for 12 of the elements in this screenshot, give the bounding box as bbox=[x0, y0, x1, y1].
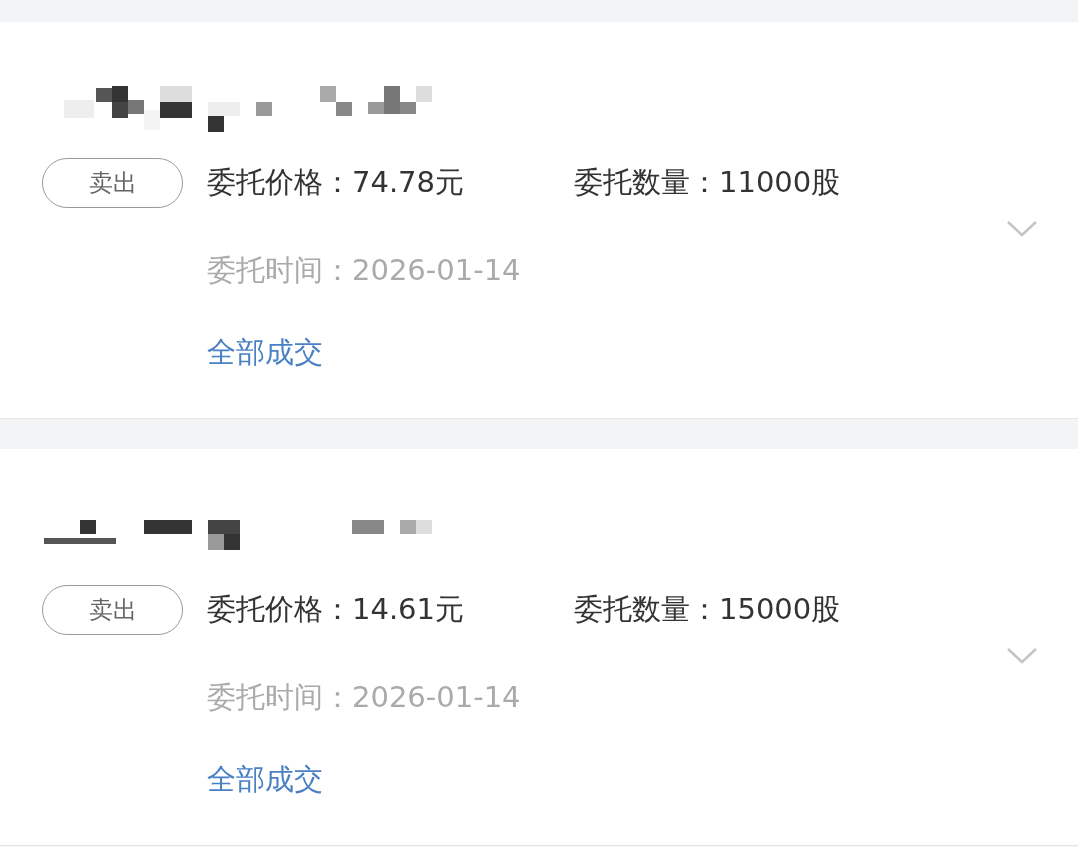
quantity-text: 委托数量：11000股 bbox=[574, 164, 841, 201]
time-text: 委托时间：2026-01-14 bbox=[207, 679, 521, 716]
side-badge: 卖出 bbox=[42, 585, 183, 635]
price-text: 委托价格：14.61元 bbox=[207, 591, 466, 628]
quantity-text: 委托数量：15000股 bbox=[574, 591, 841, 628]
chevron-down-icon[interactable] bbox=[1006, 219, 1038, 238]
chevron-down-icon[interactable] bbox=[1006, 646, 1038, 665]
side-badge: 卖出 bbox=[42, 158, 183, 208]
status-text: 全部成交 bbox=[207, 334, 323, 371]
price-text: 委托价格：74.78元 bbox=[207, 164, 466, 201]
status-text: 全部成交 bbox=[207, 761, 323, 798]
time-text: 委托时间：2026-01-14 bbox=[207, 252, 521, 289]
